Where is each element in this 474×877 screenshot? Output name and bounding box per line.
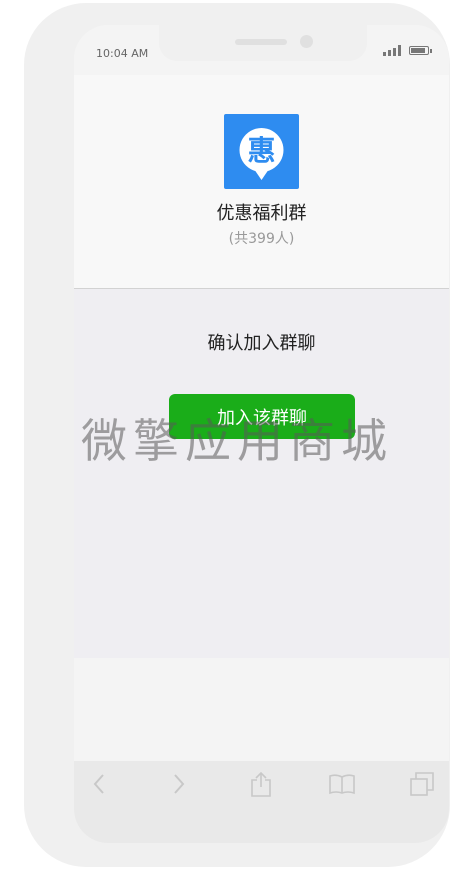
front-camera — [300, 35, 313, 48]
phone-frame: 10:04 AM 惠 优惠福利群 (共399人) 确认加入群聊 加入该群聊 — [24, 3, 450, 867]
group-avatar: 惠 — [224, 114, 299, 189]
status-time: 10:04 AM — [96, 47, 149, 60]
battery-icon — [409, 46, 432, 55]
share-icon[interactable] — [246, 771, 276, 797]
group-info-card: 惠 优惠福利群 (共399人) — [74, 75, 449, 289]
status-icons — [383, 45, 432, 56]
speaker-grille — [235, 39, 287, 45]
join-group-button[interactable]: 加入该群聊 — [169, 394, 355, 439]
discount-icon: 惠 — [239, 128, 284, 180]
svg-text:惠: 惠 — [247, 134, 275, 167]
group-member-count: (共399人) — [228, 231, 295, 247]
browser-toolbar — [74, 761, 449, 843]
forward-arrow-icon[interactable] — [164, 771, 194, 797]
back-arrow-icon[interactable] — [84, 771, 114, 797]
join-confirm-panel: 确认加入群聊 加入该群聊 — [74, 289, 449, 658]
confirm-prompt: 确认加入群聊 — [207, 333, 316, 354]
phone-notch — [159, 25, 367, 61]
signal-icon — [383, 45, 401, 56]
phone-screen: 10:04 AM 惠 优惠福利群 (共399人) 确认加入群聊 加入该群聊 — [74, 25, 449, 843]
tabs-icon[interactable] — [407, 771, 437, 797]
bookmarks-icon[interactable] — [327, 771, 357, 797]
group-name: 优惠福利群 — [216, 203, 307, 224]
